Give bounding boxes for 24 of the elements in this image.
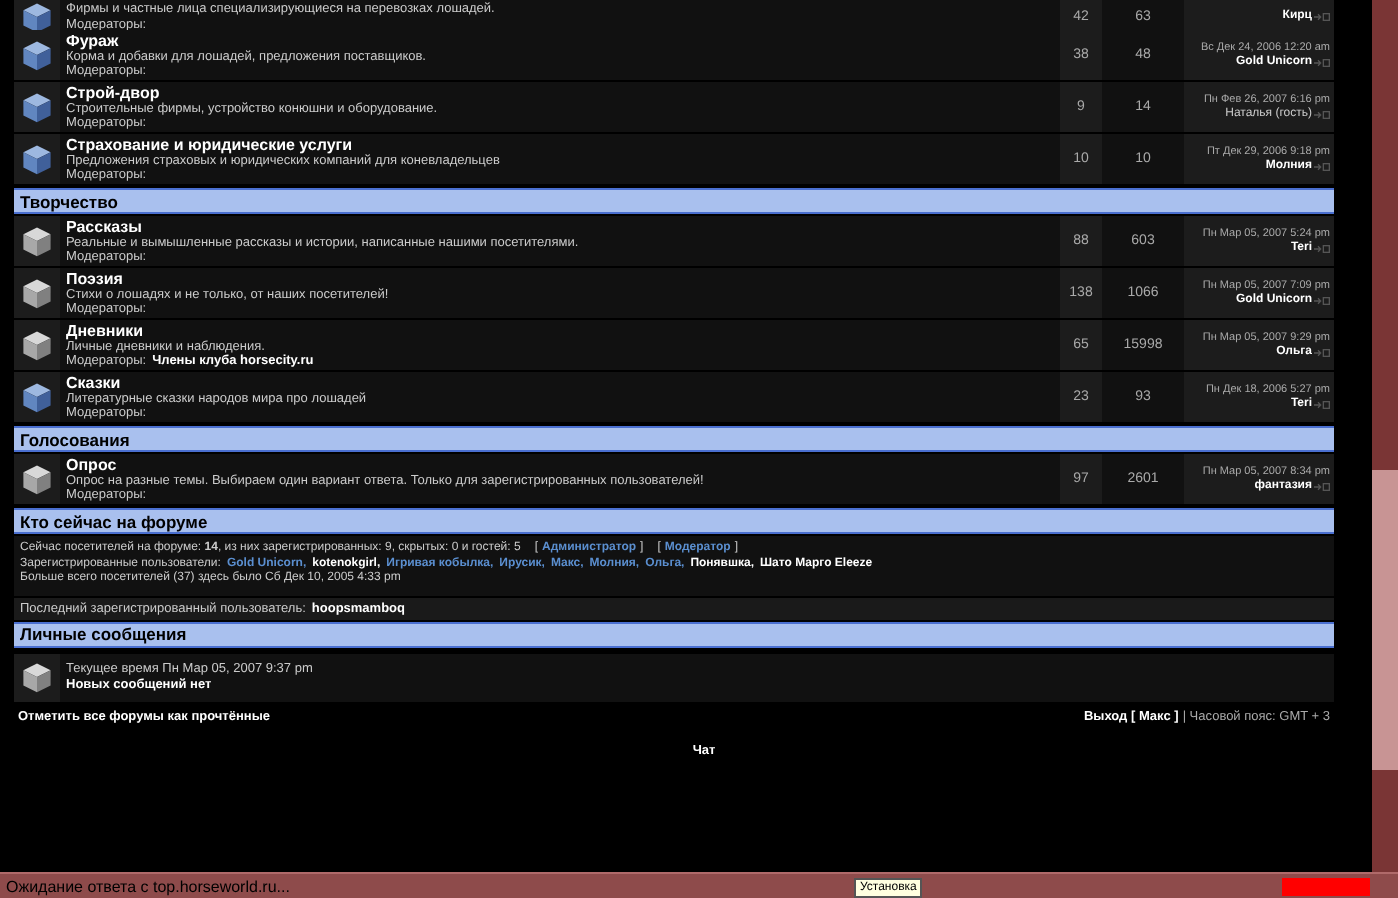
forum-title[interactable]: Сказки	[66, 373, 121, 391]
category-title: Кто сейчас на форуме	[20, 511, 208, 531]
forum-title[interactable]: Фураж	[66, 31, 119, 49]
scrollbar[interactable]	[1372, 0, 1398, 872]
latest-post-arrow-icon[interactable]	[1314, 12, 1330, 22]
scrollbar-thumb[interactable]	[1372, 470, 1398, 770]
forum-title[interactable]: Строй-двор	[66, 83, 160, 101]
latest-post-arrow-icon[interactable]	[1314, 481, 1330, 491]
forum-title[interactable]: Рассказы	[66, 217, 142, 235]
latest-post-arrow-icon[interactable]	[1314, 295, 1330, 305]
latest-post-arrow-icon[interactable]	[1314, 399, 1330, 409]
category-title: Личные сообщения	[20, 624, 187, 644]
status-text: Ожидание ответа с top.horseworld.ru...	[6, 877, 290, 895]
latest-post-arrow-icon[interactable]	[1314, 57, 1330, 67]
forum-title[interactable]: Дневники	[66, 321, 144, 339]
category-title[interactable]: Голосования	[20, 429, 130, 449]
forum-title[interactable]: Опрос	[66, 455, 117, 473]
category-title[interactable]: Творчество	[20, 191, 118, 211]
forum-title[interactable]: Страхование и юридические услуги	[66, 135, 353, 153]
latest-post-arrow-icon[interactable]	[1314, 109, 1330, 119]
latest-post-arrow-icon[interactable]	[1314, 243, 1330, 253]
forum-title[interactable]: Поэзия	[66, 269, 123, 287]
latest-post-arrow-icon[interactable]	[1314, 347, 1330, 357]
latest-post-arrow-icon[interactable]	[1314, 161, 1330, 171]
